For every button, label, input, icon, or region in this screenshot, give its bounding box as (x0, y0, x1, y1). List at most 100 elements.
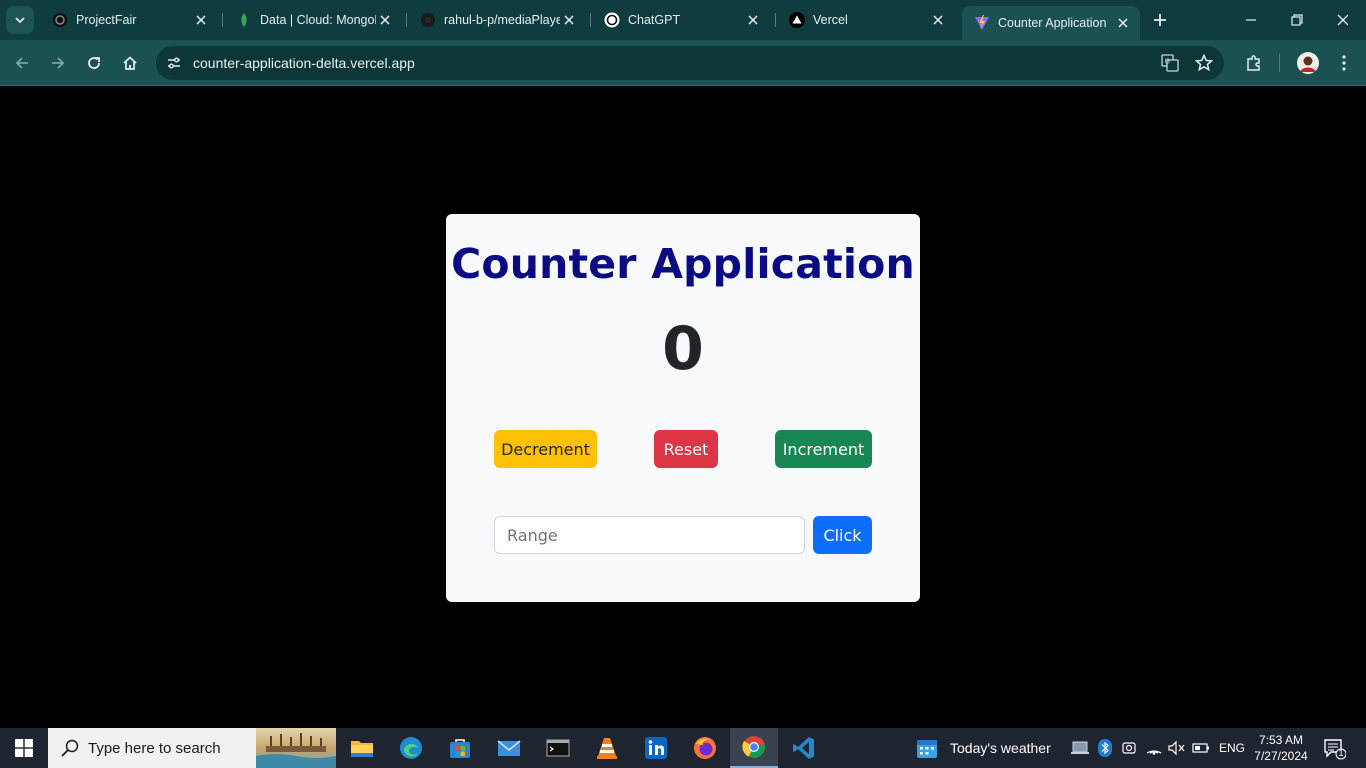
tab-separator (222, 13, 223, 27)
tab-mongodb[interactable]: Data | Cloud: MongoD (224, 6, 402, 34)
github-icon (420, 12, 436, 28)
browser-tab-strip: ProjectFair Data | Cloud: MongoD rahul-b… (0, 0, 1366, 40)
toolbar-separator (1279, 54, 1280, 72)
tab-title: ProjectFair (76, 13, 137, 27)
windows-logo-icon (15, 739, 33, 757)
clock-time: 7:53 AM (1258, 733, 1304, 747)
page-title: Counter Application (451, 240, 915, 288)
puzzle-icon (1247, 55, 1260, 71)
taskbar-edge[interactable] (387, 728, 435, 768)
decrement-button[interactable]: Decrement (494, 430, 597, 468)
mongodb-leaf-icon (236, 12, 252, 28)
taskbar-linkedin[interactable] (632, 728, 680, 768)
taskbar-vscode[interactable] (780, 728, 828, 768)
terminal-icon (546, 739, 570, 757)
close-icon[interactable] (376, 11, 394, 29)
notification-center-button[interactable]: 1 (1322, 736, 1347, 760)
vercel-triangle-icon (789, 12, 805, 28)
tab-separator (775, 13, 776, 27)
tray-battery[interactable] (1192, 738, 1210, 758)
taskbar-search-box[interactable]: Type here to search (48, 728, 336, 768)
profile-avatar[interactable] (1294, 49, 1322, 77)
calendar-weather-icon (917, 740, 937, 758)
taskbar-firefox[interactable] (681, 728, 729, 768)
minimize-button[interactable] (1228, 0, 1274, 40)
close-icon[interactable] (560, 11, 578, 29)
tray-camera[interactable] (1120, 738, 1138, 758)
input-language[interactable]: ENG (1219, 741, 1245, 755)
counter-value: 0 (662, 314, 704, 384)
home-icon (123, 56, 137, 70)
taskbar-microsoft-store[interactable] (436, 728, 484, 768)
restore-button[interactable] (1274, 0, 1320, 40)
taskbar-terminal[interactable] (534, 728, 582, 768)
more-vertical-icon (1342, 55, 1346, 71)
forward-button[interactable] (44, 49, 72, 77)
restore-icon (1291, 14, 1303, 26)
projectfair-favicon (52, 12, 68, 28)
svg-text:G: G (1165, 58, 1170, 66)
minimize-icon (1246, 19, 1256, 21)
windows-taskbar: Type here to search Today's weather ENG … (0, 728, 1366, 768)
mail-icon (497, 740, 521, 756)
tab-counter-application[interactable]: Counter Application (962, 6, 1140, 40)
bookmark-star-icon[interactable] (1194, 53, 1214, 73)
close-icon[interactable] (929, 11, 947, 29)
close-icon[interactable] (744, 11, 762, 29)
start-button[interactable] (0, 728, 48, 768)
wifi-icon (1146, 750, 1162, 755)
taskbar-chrome[interactable] (730, 728, 778, 768)
camera-icon (1122, 742, 1136, 754)
tab-separator (590, 13, 591, 27)
tab-search-button[interactable] (6, 6, 34, 34)
avatar (1297, 52, 1319, 74)
linkedin-icon (645, 737, 667, 759)
firefox-icon (694, 737, 716, 759)
click-button[interactable]: Click (813, 516, 872, 554)
notification-badge: 1 (1338, 748, 1344, 758)
range-input[interactable] (494, 516, 805, 554)
clock-date: 7/27/2024 (1254, 749, 1308, 763)
system-clock[interactable]: 7:53 AM 7/27/2024 (1248, 732, 1314, 764)
tab-chatgpt[interactable]: ChatGPT (592, 6, 770, 34)
edge-icon (400, 737, 422, 759)
close-icon[interactable] (1114, 14, 1132, 32)
extensions-button[interactable] (1240, 49, 1268, 77)
translate-icon[interactable]: G (1160, 53, 1180, 73)
tab-separator (406, 13, 407, 27)
vite-icon (974, 15, 990, 31)
tray-wifi[interactable] (1145, 738, 1163, 758)
taskbar-vlc[interactable] (583, 728, 631, 768)
new-tab-button[interactable] (1148, 8, 1172, 32)
increment-button[interactable]: Increment (775, 430, 872, 468)
tab-github[interactable]: rahul-b-p/mediaPlaye (408, 6, 586, 34)
tab-title: Data | Cloud: MongoD (260, 13, 376, 27)
reload-icon (88, 57, 100, 69)
reset-button[interactable]: Reset (654, 430, 718, 468)
tray-volume[interactable] (1168, 738, 1186, 758)
taskbar-file-explorer[interactable] (338, 728, 386, 768)
close-icon[interactable] (192, 11, 210, 29)
tray-bluetooth[interactable] (1096, 738, 1114, 758)
tab-title: ChatGPT (628, 13, 681, 27)
tab-vercel[interactable]: Vercel (777, 6, 955, 34)
chrome-menu-button[interactable] (1330, 49, 1358, 77)
browser-toolbar: counter-application-delta.vercel.app G (0, 40, 1366, 86)
tray-app-icon[interactable] (1071, 738, 1089, 758)
battery-icon (1192, 743, 1209, 753)
back-button[interactable] (8, 49, 36, 77)
search-placeholder: Type here to search (88, 740, 221, 757)
tab-projectfair[interactable]: ProjectFair (40, 6, 218, 34)
close-window-button[interactable] (1320, 0, 1366, 40)
page-viewport: Counter Application 0 Decrement Reset In… (0, 87, 1366, 728)
taskbar-mail[interactable] (485, 728, 533, 768)
home-button[interactable] (116, 49, 144, 77)
address-bar[interactable]: counter-application-delta.vercel.app G (156, 46, 1224, 80)
plus-icon (1154, 14, 1166, 26)
weather-label: Today's weather (950, 740, 1051, 756)
weather-widget[interactable]: Today's weather (916, 728, 1051, 768)
url-text: counter-application-delta.vercel.app (193, 55, 415, 71)
reload-button[interactable] (80, 49, 108, 77)
site-info-icon[interactable] (162, 51, 186, 75)
store-icon (450, 739, 470, 758)
